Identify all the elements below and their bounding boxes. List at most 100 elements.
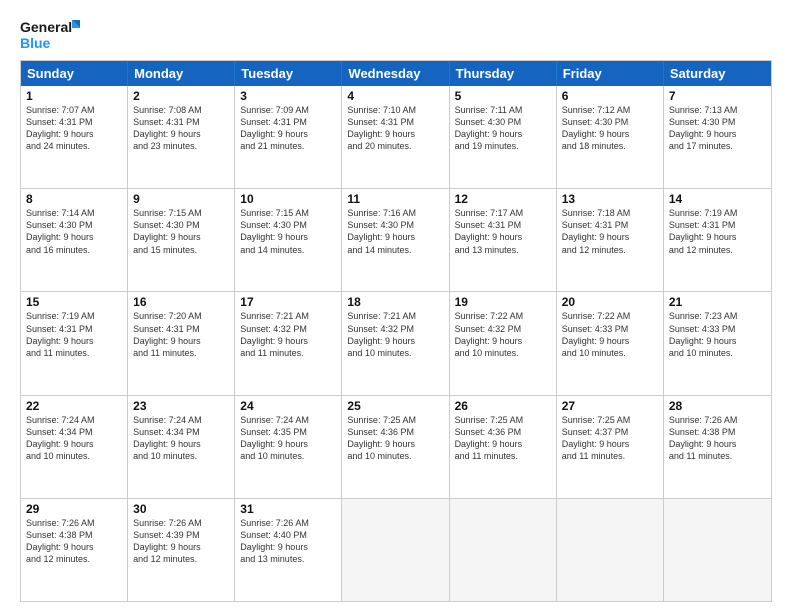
day-number: 18 [347, 295, 443, 309]
calendar-row-0: 1Sunrise: 7:07 AM Sunset: 4:31 PM Daylig… [21, 86, 771, 188]
day-number: 1 [26, 89, 122, 103]
day-number: 8 [26, 192, 122, 206]
day-cell-16: 16Sunrise: 7:20 AM Sunset: 4:31 PM Dayli… [128, 292, 235, 394]
calendar-row-3: 22Sunrise: 7:24 AM Sunset: 4:34 PM Dayli… [21, 395, 771, 498]
day-cell-23: 23Sunrise: 7:24 AM Sunset: 4:34 PM Dayli… [128, 396, 235, 498]
day-number: 14 [669, 192, 766, 206]
day-cell-19: 19Sunrise: 7:22 AM Sunset: 4:32 PM Dayli… [450, 292, 557, 394]
cell-info: Sunrise: 7:13 AM Sunset: 4:30 PM Dayligh… [669, 104, 766, 153]
cell-info: Sunrise: 7:21 AM Sunset: 4:32 PM Dayligh… [240, 310, 336, 359]
cell-info: Sunrise: 7:26 AM Sunset: 4:38 PM Dayligh… [26, 517, 122, 566]
cell-info: Sunrise: 7:26 AM Sunset: 4:40 PM Dayligh… [240, 517, 336, 566]
day-cell-15: 15Sunrise: 7:19 AM Sunset: 4:31 PM Dayli… [21, 292, 128, 394]
cell-info: Sunrise: 7:19 AM Sunset: 4:31 PM Dayligh… [26, 310, 122, 359]
cell-info: Sunrise: 7:15 AM Sunset: 4:30 PM Dayligh… [240, 207, 336, 256]
day-number: 5 [455, 89, 551, 103]
day-number: 12 [455, 192, 551, 206]
cell-info: Sunrise: 7:18 AM Sunset: 4:31 PM Dayligh… [562, 207, 658, 256]
cell-info: Sunrise: 7:24 AM Sunset: 4:34 PM Dayligh… [26, 414, 122, 463]
day-number: 24 [240, 399, 336, 413]
cell-info: Sunrise: 7:26 AM Sunset: 4:38 PM Dayligh… [669, 414, 766, 463]
day-cell-18: 18Sunrise: 7:21 AM Sunset: 4:32 PM Dayli… [342, 292, 449, 394]
cell-info: Sunrise: 7:24 AM Sunset: 4:35 PM Dayligh… [240, 414, 336, 463]
cell-info: Sunrise: 7:12 AM Sunset: 4:30 PM Dayligh… [562, 104, 658, 153]
day-cell-30: 30Sunrise: 7:26 AM Sunset: 4:39 PM Dayli… [128, 499, 235, 601]
day-number: 6 [562, 89, 658, 103]
day-number: 27 [562, 399, 658, 413]
cell-info: Sunrise: 7:22 AM Sunset: 4:32 PM Dayligh… [455, 310, 551, 359]
day-number: 4 [347, 89, 443, 103]
day-number: 11 [347, 192, 443, 206]
cell-info: Sunrise: 7:07 AM Sunset: 4:31 PM Dayligh… [26, 104, 122, 153]
header-cell-sunday: Sunday [21, 61, 128, 86]
day-number: 21 [669, 295, 766, 309]
day-cell-2: 2Sunrise: 7:08 AM Sunset: 4:31 PM Daylig… [128, 86, 235, 188]
cell-info: Sunrise: 7:25 AM Sunset: 4:37 PM Dayligh… [562, 414, 658, 463]
day-cell-13: 13Sunrise: 7:18 AM Sunset: 4:31 PM Dayli… [557, 189, 664, 291]
cell-info: Sunrise: 7:15 AM Sunset: 4:30 PM Dayligh… [133, 207, 229, 256]
day-number: 17 [240, 295, 336, 309]
cell-info: Sunrise: 7:25 AM Sunset: 4:36 PM Dayligh… [455, 414, 551, 463]
cell-info: Sunrise: 7:24 AM Sunset: 4:34 PM Dayligh… [133, 414, 229, 463]
day-number: 9 [133, 192, 229, 206]
day-cell-21: 21Sunrise: 7:23 AM Sunset: 4:33 PM Dayli… [664, 292, 771, 394]
logo: General Blue [20, 16, 80, 52]
day-number: 20 [562, 295, 658, 309]
day-cell-9: 9Sunrise: 7:15 AM Sunset: 4:30 PM Daylig… [128, 189, 235, 291]
day-cell-26: 26Sunrise: 7:25 AM Sunset: 4:36 PM Dayli… [450, 396, 557, 498]
cell-info: Sunrise: 7:19 AM Sunset: 4:31 PM Dayligh… [669, 207, 766, 256]
day-cell-1: 1Sunrise: 7:07 AM Sunset: 4:31 PM Daylig… [21, 86, 128, 188]
day-number: 3 [240, 89, 336, 103]
day-cell-5: 5Sunrise: 7:11 AM Sunset: 4:30 PM Daylig… [450, 86, 557, 188]
day-cell-29: 29Sunrise: 7:26 AM Sunset: 4:38 PM Dayli… [21, 499, 128, 601]
day-number: 29 [26, 502, 122, 516]
day-cell-3: 3Sunrise: 7:09 AM Sunset: 4:31 PM Daylig… [235, 86, 342, 188]
empty-cell [450, 499, 557, 601]
cell-info: Sunrise: 7:25 AM Sunset: 4:36 PM Dayligh… [347, 414, 443, 463]
day-number: 7 [669, 89, 766, 103]
day-number: 16 [133, 295, 229, 309]
day-number: 25 [347, 399, 443, 413]
day-number: 15 [26, 295, 122, 309]
day-number: 10 [240, 192, 336, 206]
calendar-row-2: 15Sunrise: 7:19 AM Sunset: 4:31 PM Dayli… [21, 291, 771, 394]
header-cell-friday: Friday [557, 61, 664, 86]
day-number: 13 [562, 192, 658, 206]
header-cell-thursday: Thursday [450, 61, 557, 86]
page: General Blue SundayMondayTuesdayWednesda… [0, 0, 792, 612]
day-cell-8: 8Sunrise: 7:14 AM Sunset: 4:30 PM Daylig… [21, 189, 128, 291]
svg-text:General: General [20, 19, 72, 35]
cell-info: Sunrise: 7:08 AM Sunset: 4:31 PM Dayligh… [133, 104, 229, 153]
day-cell-27: 27Sunrise: 7:25 AM Sunset: 4:37 PM Dayli… [557, 396, 664, 498]
day-number: 22 [26, 399, 122, 413]
cell-info: Sunrise: 7:10 AM Sunset: 4:31 PM Dayligh… [347, 104, 443, 153]
calendar-row-4: 29Sunrise: 7:26 AM Sunset: 4:38 PM Dayli… [21, 498, 771, 601]
cell-info: Sunrise: 7:22 AM Sunset: 4:33 PM Dayligh… [562, 310, 658, 359]
cell-info: Sunrise: 7:14 AM Sunset: 4:30 PM Dayligh… [26, 207, 122, 256]
cell-info: Sunrise: 7:17 AM Sunset: 4:31 PM Dayligh… [455, 207, 551, 256]
empty-cell [557, 499, 664, 601]
cell-info: Sunrise: 7:26 AM Sunset: 4:39 PM Dayligh… [133, 517, 229, 566]
day-number: 26 [455, 399, 551, 413]
cell-info: Sunrise: 7:20 AM Sunset: 4:31 PM Dayligh… [133, 310, 229, 359]
day-cell-31: 31Sunrise: 7:26 AM Sunset: 4:40 PM Dayli… [235, 499, 342, 601]
day-number: 31 [240, 502, 336, 516]
calendar-body: 1Sunrise: 7:07 AM Sunset: 4:31 PM Daylig… [21, 86, 771, 601]
day-cell-10: 10Sunrise: 7:15 AM Sunset: 4:30 PM Dayli… [235, 189, 342, 291]
day-cell-7: 7Sunrise: 7:13 AM Sunset: 4:30 PM Daylig… [664, 86, 771, 188]
day-cell-14: 14Sunrise: 7:19 AM Sunset: 4:31 PM Dayli… [664, 189, 771, 291]
header: General Blue [20, 16, 772, 52]
empty-cell [664, 499, 771, 601]
day-cell-25: 25Sunrise: 7:25 AM Sunset: 4:36 PM Dayli… [342, 396, 449, 498]
calendar: SundayMondayTuesdayWednesdayThursdayFrid… [20, 60, 772, 602]
day-cell-12: 12Sunrise: 7:17 AM Sunset: 4:31 PM Dayli… [450, 189, 557, 291]
header-cell-monday: Monday [128, 61, 235, 86]
calendar-header: SundayMondayTuesdayWednesdayThursdayFrid… [21, 61, 771, 86]
day-number: 2 [133, 89, 229, 103]
day-number: 30 [133, 502, 229, 516]
day-cell-4: 4Sunrise: 7:10 AM Sunset: 4:31 PM Daylig… [342, 86, 449, 188]
svg-text:Blue: Blue [20, 35, 51, 51]
day-cell-22: 22Sunrise: 7:24 AM Sunset: 4:34 PM Dayli… [21, 396, 128, 498]
header-cell-wednesday: Wednesday [342, 61, 449, 86]
cell-info: Sunrise: 7:21 AM Sunset: 4:32 PM Dayligh… [347, 310, 443, 359]
